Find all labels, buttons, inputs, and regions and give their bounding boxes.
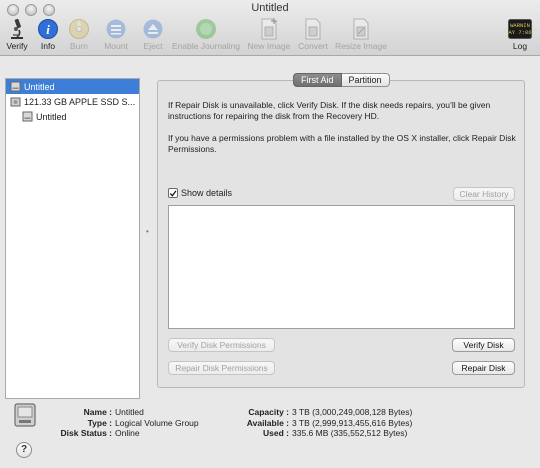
eject-icon [141, 18, 165, 40]
toolbar-enable-journaling-button[interactable]: Enable Journaling [172, 18, 240, 51]
show-details-checkbox[interactable] [168, 188, 178, 198]
disk-status-key: Disk Status : [60, 428, 113, 438]
toolbar-resize-image-button[interactable]: Resize Image [331, 18, 391, 51]
toolbar-log-button[interactable]: WARNIN AY 7:06 Log [490, 18, 540, 51]
toolbar-enable-journaling-label: Enable Journaling [171, 41, 241, 51]
log-icon-text-bottom: AY 7:06 [508, 29, 531, 36]
volume-info-right: Capacity :3 TB (3,000,249,008,128 Bytes)… [234, 407, 413, 439]
name-key: Name : [83, 407, 112, 417]
name-value: Untitled [115, 407, 144, 417]
log-icon-text-top: WARNIN [510, 22, 530, 29]
sidebar-item-apple-ssd[interactable]: 121.33 GB APPLE SSD S... [6, 94, 139, 109]
sidebar-item-label: Untitled [24, 81, 55, 92]
splitter-handle[interactable]: • [146, 228, 150, 236]
hard-disk-icon [10, 97, 21, 107]
clear-history-button[interactable]: Clear History [453, 187, 515, 201]
toolbar-log-label: Log [512, 41, 528, 51]
toolbar-resize-image-label: Resize Image [335, 41, 387, 51]
type-value: Logical Volume Group [115, 417, 199, 428]
available-value: 3 TB (2,999,913,455,616 Bytes) [292, 417, 413, 428]
capacity-value: 3 TB (3,000,249,008,128 Bytes) [292, 407, 413, 417]
volume-icon [22, 111, 33, 122]
used-value: 335.6 MB (335,552,512 Bytes) [292, 428, 408, 438]
window-title: Untitled [251, 2, 289, 14]
details-log-area[interactable] [168, 205, 515, 329]
available-key: Available : [246, 417, 289, 428]
type-key: Type : [87, 417, 112, 428]
used-key: Used : [263, 428, 289, 438]
disk-status-value: Online [115, 428, 140, 438]
checkmark-icon [169, 189, 177, 197]
sidebar-item-label: 121.33 GB APPLE SSD S... [24, 96, 136, 107]
show-details-row[interactable]: Show details [168, 188, 232, 198]
resize-image-icon [349, 18, 373, 40]
first-aid-instructions: If Repair Disk is unavailable, click Ver… [168, 100, 491, 121]
journaling-icon [194, 18, 218, 40]
tab-bar: First Aid Partition [293, 73, 390, 87]
sidebar-item-untitled-partition[interactable]: Untitled [6, 109, 139, 124]
permissions-instructions: If you have a permissions problem with a… [168, 133, 516, 154]
volume-icon [10, 81, 21, 92]
toolbar-convert-label: Convert [298, 41, 328, 51]
verify-disk-permissions-button[interactable]: Verify Disk Permissions [168, 338, 275, 352]
toolbar-eject-label: Eject [143, 41, 163, 51]
new-image-icon [257, 18, 281, 40]
disk-sidebar[interactable]: Untitled 121.33 GB APPLE SSD S... Untitl… [5, 78, 140, 399]
show-details-label: Show details [181, 188, 233, 198]
repair-disk-permissions-button[interactable]: Repair Disk Permissions [168, 361, 275, 375]
tab-partition[interactable]: Partition [341, 73, 390, 87]
sidebar-item-untitled-volume[interactable]: Untitled [6, 79, 139, 94]
tab-first-aid[interactable]: First Aid [293, 73, 342, 87]
sidebar-item-label: Untitled [36, 111, 67, 122]
selected-volume-icon [14, 403, 36, 427]
volume-info-left: Name : Untitled Type : Logical Volume Grou… [42, 407, 199, 439]
first-aid-panel: If Repair Disk is unavailable, click Ver… [157, 80, 525, 388]
log-icon: WARNIN AY 7:06 [508, 18, 532, 40]
convert-icon [301, 18, 325, 40]
repair-disk-button[interactable]: Repair Disk [452, 361, 515, 375]
capacity-key: Capacity : [248, 407, 289, 417]
verify-disk-button[interactable]: Verify Disk [452, 338, 515, 352]
help-button[interactable]: ? [16, 442, 32, 458]
window-toolbar: Untitled Verify i Info Burn Mount Eject … [0, 0, 540, 56]
